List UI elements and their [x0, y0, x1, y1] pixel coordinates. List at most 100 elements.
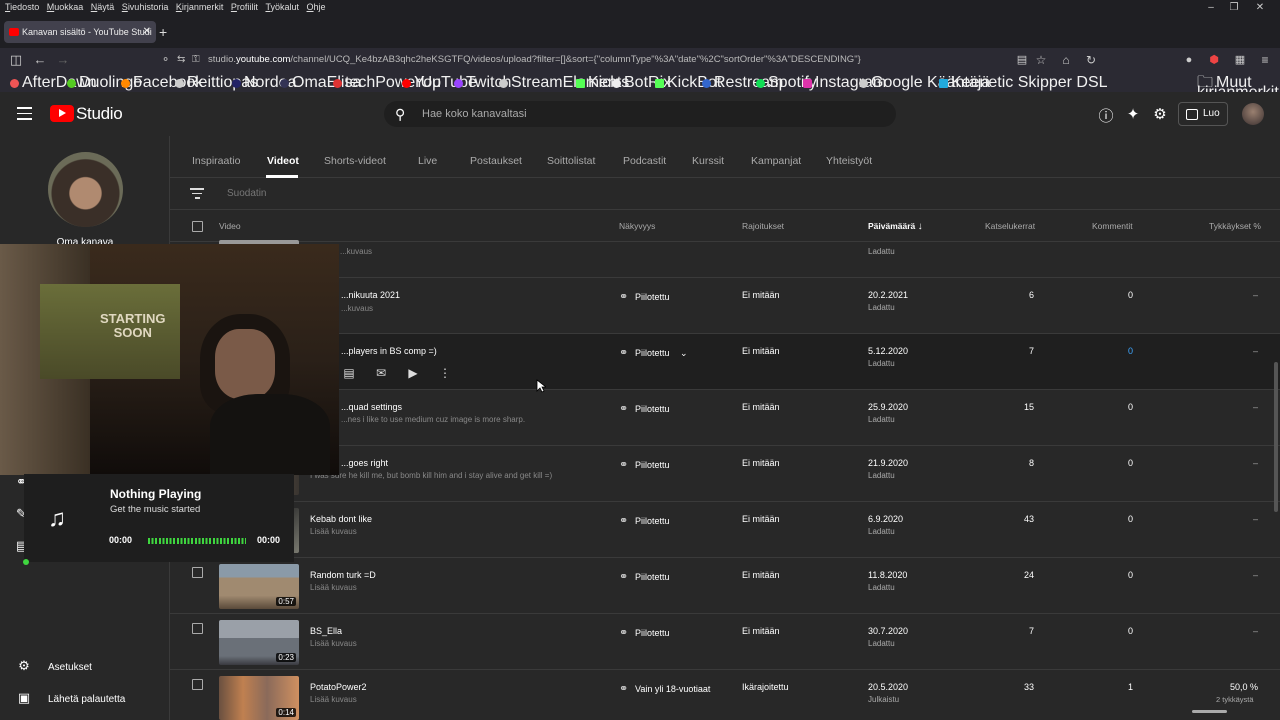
video-description[interactable]: Lisää kuvaus — [310, 695, 357, 704]
video-description[interactable]: Lisää kuvaus — [310, 527, 357, 536]
back-icon[interactable]: ← — [31, 50, 49, 70]
account-avatar[interactable] — [1242, 103, 1264, 125]
comments-cell[interactable]: 0 — [1073, 346, 1133, 356]
tab-playlists[interactable]: Soittolistat — [547, 155, 595, 167]
tab-podcasts[interactable]: Podcastit — [623, 155, 666, 167]
comments-cell[interactable]: 0 — [1073, 570, 1133, 580]
address-bar[interactable]: ⚬ ⇆ ⚿ studio.youtube.com/channel/UCQ_Ke4… — [155, 51, 1055, 69]
row-checkbox[interactable] — [192, 567, 203, 578]
menu-help[interactable]: Ohje — [307, 0, 326, 14]
video-thumbnail[interactable]: 0:23 — [219, 620, 299, 665]
studio-logo[interactable]: Studio — [50, 104, 123, 124]
column-header-date[interactable]: Päivämäärä ↓ — [868, 221, 923, 232]
visibility-dropdown[interactable]: ⚭ Piilotettu ⌄ — [619, 346, 688, 359]
vertical-scrollbar[interactable] — [1274, 362, 1278, 512]
tab-collaborations[interactable]: Yhteistyöt — [826, 155, 872, 167]
visibility-cell[interactable]: ⚭ Vain yli 18-vuotiaat — [619, 682, 710, 695]
menu-tools[interactable]: Työkalut — [265, 0, 299, 14]
menu-file[interactable]: Tiedosto — [5, 0, 39, 14]
column-header-views[interactable]: Katselukerrat — [985, 221, 1035, 231]
hamburger-menu-icon[interactable] — [17, 107, 32, 120]
shield-icon[interactable]: ⚬ — [161, 51, 170, 69]
sidebar-toggle-icon[interactable]: ◫ — [7, 50, 25, 70]
extension-dark-icon[interactable]: ● — [1180, 50, 1198, 70]
video-description[interactable]: Lisää kuvaus — [310, 583, 357, 592]
close-window-icon[interactable]: ✕ — [1245, 0, 1275, 16]
forward-icon[interactable]: → — [54, 50, 72, 70]
reload-icon[interactable]: ↻ — [1082, 50, 1100, 70]
row-checkbox[interactable] — [192, 623, 203, 634]
video-title[interactable]: Random turk =D — [310, 570, 376, 580]
video-description[interactable]: I was sure he kill me, but bomb kill him… — [310, 471, 552, 480]
search-input[interactable]: ⚲ Hae koko kanavaltasi — [384, 101, 896, 127]
reader-view-icon[interactable]: ▤ — [1013, 50, 1031, 70]
create-button[interactable]: Luo — [1178, 102, 1228, 126]
video-thumbnail[interactable]: 0:14 — [219, 676, 299, 720]
sparkle-icon[interactable]: ✦ — [1123, 105, 1143, 123]
home-icon[interactable]: ⌂ — [1057, 50, 1075, 70]
comments-cell[interactable]: 0 — [1073, 402, 1133, 412]
comments-cell[interactable]: 1 — [1073, 682, 1133, 692]
video-title[interactable]: ...nikuuta 2021 — [341, 290, 400, 300]
menu-bookmarks[interactable]: Kirjanmerkit — [176, 0, 224, 14]
tab-shorts[interactable]: Shorts-videot — [324, 155, 386, 167]
row-checkbox[interactable] — [192, 679, 203, 690]
video-thumbnail[interactable]: 0:57 — [219, 564, 299, 609]
video-description[interactable]: ...nes i like to use medium cuz image is… — [341, 415, 525, 424]
video-title[interactable]: ...quad settings — [341, 402, 402, 412]
more-options-icon[interactable]: ⋮ — [436, 366, 454, 380]
tab-posts[interactable]: Postaukset — [470, 155, 522, 167]
lock-icon[interactable]: ⚿ — [192, 51, 200, 69]
tab-inspiration[interactable]: Inspiraatio — [192, 155, 240, 167]
filter-icon[interactable] — [190, 188, 204, 199]
menu-history[interactable]: Sivuhistoria — [122, 0, 169, 14]
tab-live[interactable]: Live — [418, 155, 437, 167]
adblock-icon[interactable]: ⬢ — [1205, 50, 1223, 70]
visibility-cell[interactable]: ⚭ Piilotettu — [619, 570, 670, 583]
browser-tab[interactable]: Kanavan sisältö - YouTube Studi ✕ — [4, 21, 156, 43]
visibility-cell[interactable]: ⚭ Piilotettu — [619, 514, 670, 527]
close-tab-icon[interactable]: ✕ — [143, 21, 151, 43]
permissions-icon[interactable]: ⇆ — [177, 51, 185, 69]
bookmark-keenetic[interactable]: Keenetic Skipper DSL — [939, 75, 1108, 91]
visibility-cell[interactable]: ⚭ Piilotettu — [619, 458, 670, 471]
comments-cell[interactable]: 0 — [1073, 290, 1133, 300]
comments-cell[interactable]: 0 — [1073, 514, 1133, 524]
tab-promotions[interactable]: Kampanjat — [751, 155, 801, 167]
app-menu-icon[interactable]: ≡ — [1256, 50, 1274, 70]
menu-edit[interactable]: Muokkaa — [47, 0, 84, 14]
video-title[interactable]: PotatoPower2 — [310, 682, 367, 692]
video-title[interactable]: ...players in BS comp =) — [341, 346, 437, 356]
filter-input[interactable]: Suodatin — [227, 188, 266, 199]
youtube-watch-icon[interactable]: ▶ — [404, 366, 422, 380]
video-title[interactable]: Kebab dont like — [310, 514, 372, 524]
column-header-likes[interactable]: Tykkäykset % — [1209, 221, 1261, 231]
comments-cell[interactable]: 0 — [1073, 458, 1133, 468]
analytics-icon[interactable]: ▤ — [340, 366, 358, 380]
visibility-cell[interactable]: ⚭ Piilotettu — [619, 626, 670, 639]
video-description[interactable]: Lisää kuvaus — [310, 639, 357, 648]
horizontal-scrollbar[interactable] — [1192, 710, 1227, 713]
tab-courses[interactable]: Kurssit — [692, 155, 724, 167]
visibility-cell[interactable]: ⚭ Piilotettu — [619, 290, 670, 303]
help-icon[interactable]: ⓘ — [1096, 105, 1116, 126]
video-title[interactable]: BS_Ella — [310, 626, 342, 636]
new-tab-icon[interactable]: + — [159, 24, 167, 40]
visibility-cell[interactable]: ⚭ Piilotettu — [619, 402, 670, 415]
video-description[interactable]: ...kuvaus — [340, 247, 372, 256]
notifications-bell-icon[interactable]: ⚙ — [1150, 105, 1170, 123]
column-header-comments[interactable]: Kommentit — [1092, 221, 1133, 231]
channel-avatar[interactable] — [48, 152, 123, 227]
comments-icon[interactable]: ✉ — [372, 366, 390, 380]
sidebar-item-feedback[interactable]: ▣ Lähetä palautetta — [16, 690, 125, 708]
bookmark-star-icon[interactable]: ☆ — [1032, 50, 1050, 70]
select-all-checkbox[interactable] — [192, 221, 203, 232]
menu-view[interactable]: Näytä — [91, 0, 115, 14]
sidebar-item-settings[interactable]: ⚙ Asetukset — [16, 658, 92, 676]
extensions-icon[interactable]: ▦ — [1231, 50, 1249, 70]
video-description[interactable]: ...kuvaus — [341, 304, 373, 313]
menu-profiles[interactable]: Profiilit — [231, 0, 258, 14]
comments-cell[interactable]: 0 — [1073, 626, 1133, 636]
tab-videos[interactable]: Videot — [267, 155, 299, 167]
video-title[interactable]: ...goes right — [341, 458, 388, 468]
